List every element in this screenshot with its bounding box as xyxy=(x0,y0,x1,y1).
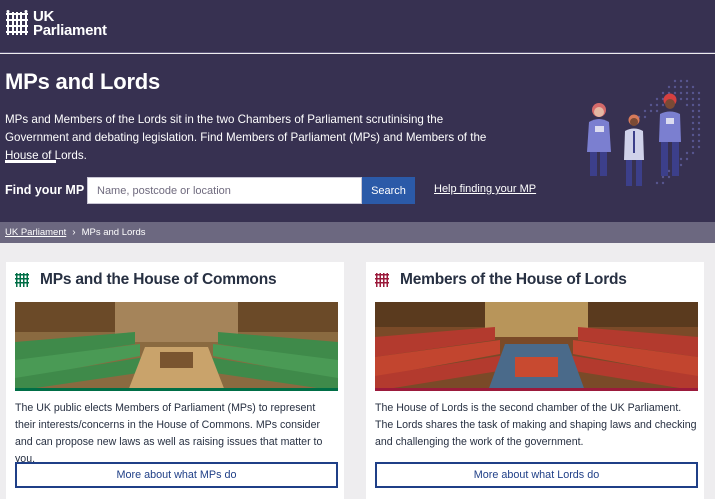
commons-card: MPs and the House of Commons The UK publ… xyxy=(6,262,344,499)
lords-card-header: Members of the House of Lords xyxy=(375,271,627,289)
house-of-lords-image xyxy=(375,302,698,391)
commons-card-header: MPs and the House of Commons xyxy=(15,271,277,289)
breadcrumb-uk-parliament[interactable]: UK Parliament xyxy=(5,227,66,238)
logo-line-2: Parliament xyxy=(33,22,107,39)
hero-description: MPs and Members of the Lords sit in the … xyxy=(5,113,487,162)
more-about-mps-button[interactable]: More about what MPs do xyxy=(15,462,338,488)
uk-parliament-logo[interactable]: UK Parliament xyxy=(5,9,107,39)
find-your-mp-label: Find your MP xyxy=(5,183,85,197)
chevron-right-icon: › xyxy=(72,227,76,238)
commons-card-title: MPs and the House of Commons xyxy=(40,271,277,288)
logo-text: UK Parliament xyxy=(33,9,107,39)
commons-card-description: The UK public elects Members of Parliame… xyxy=(15,402,323,465)
page-title: MPs and Lords xyxy=(5,69,161,94)
three-members-illustration xyxy=(587,79,701,186)
search-button[interactable]: Search xyxy=(362,177,415,204)
breadcrumb-bar: UK Parliament › MPs and Lords xyxy=(0,222,715,243)
lords-portcullis-icon xyxy=(375,273,389,287)
hero-section: MPs and Lords MPs and Members of the Lor… xyxy=(0,54,715,222)
top-bar: UK Parliament xyxy=(0,0,715,53)
breadcrumb-current: MPs and Lords xyxy=(81,227,146,238)
hero-divider xyxy=(5,160,56,163)
help-finding-mp-link[interactable]: Help finding your MP xyxy=(434,183,536,195)
lords-card-title: Members of the House of Lords xyxy=(400,271,627,288)
commons-portcullis-icon xyxy=(15,273,29,287)
lords-card: Members of the House of Lords The House … xyxy=(366,262,704,499)
breadcrumb: UK Parliament › MPs and Lords xyxy=(5,227,146,238)
more-about-lords-button[interactable]: More about what Lords do xyxy=(375,462,698,488)
portcullis-icon xyxy=(6,10,28,35)
mp-search-input[interactable] xyxy=(87,177,362,204)
lords-card-description: The House of Lords is the second chamber… xyxy=(375,402,697,448)
house-of-commons-image xyxy=(15,302,338,391)
